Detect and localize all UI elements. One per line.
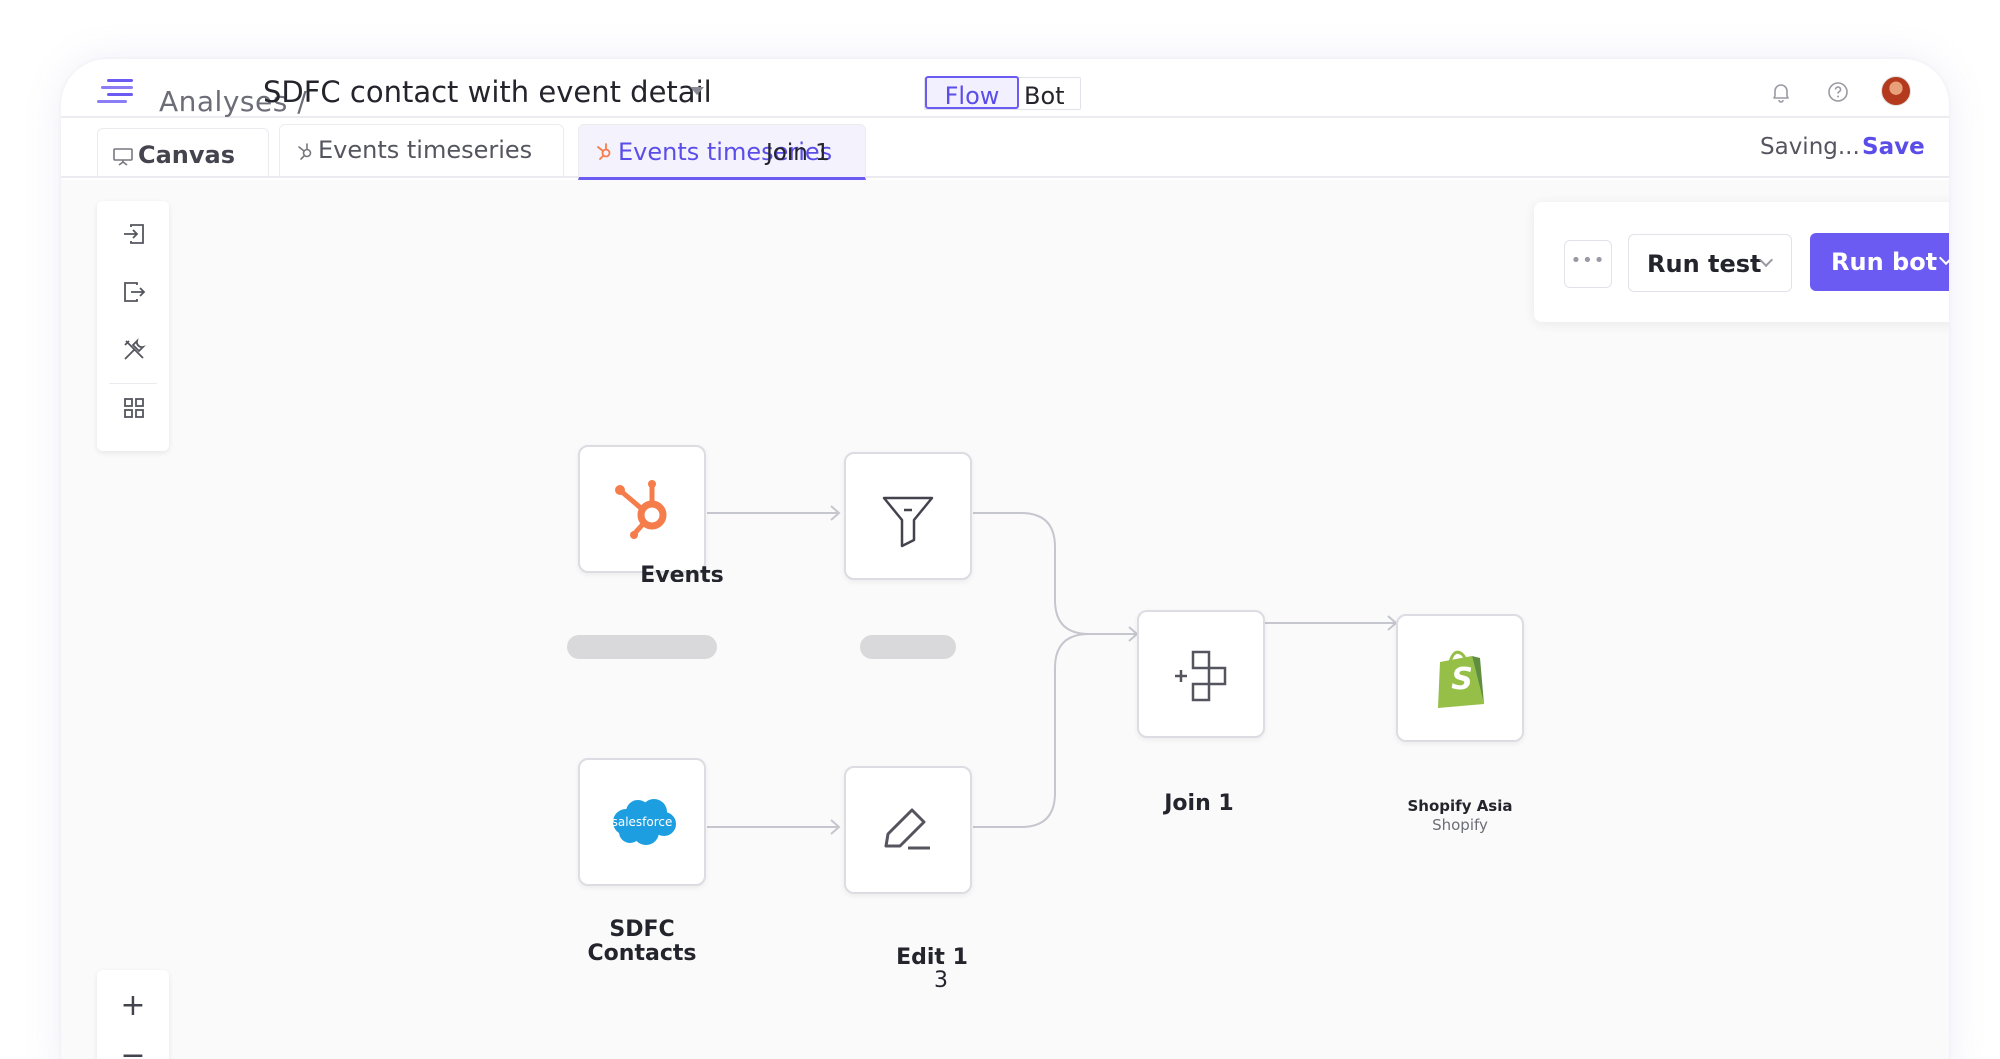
run-test-button[interactable]: Run test <box>1628 234 1792 292</box>
node-sublabel: Shopify <box>1432 816 1488 834</box>
top-bar: Analyses / SDFC contact with event detai… <box>61 59 1949 118</box>
import-icon[interactable] <box>121 221 147 247</box>
zoom-out-button[interactable]: − <box>97 1038 169 1059</box>
export-icon[interactable] <box>121 279 147 305</box>
flow-canvas[interactable]: + − ••• Run test Run bot Events salesfor… <box>61 180 1949 1059</box>
hubspot-icon <box>597 143 611 160</box>
run-test-label: Run test <box>1647 250 1762 278</box>
node-label: Events <box>640 564 724 582</box>
mode-flow-button[interactable]: Flow <box>925 76 1019 110</box>
node-sfdc-contacts[interactable]: salesforce <box>578 758 706 886</box>
save-status: Saving... <box>1760 134 1860 160</box>
run-bot-button[interactable]: Run bot <box>1810 233 1949 291</box>
app-window: Analyses / SDFC contact with event detai… <box>61 59 1949 1059</box>
node-label: Shopify Asia <box>1407 797 1513 815</box>
node-shopify-asia[interactable]: S <box>1396 614 1524 742</box>
more-options-button[interactable]: ••• <box>1564 240 1612 288</box>
node-label: Join 1 <box>1164 791 1234 816</box>
grid-icon[interactable] <box>121 395 147 421</box>
menu-icon[interactable] <box>97 77 137 105</box>
join-overlay-label: Join 1 <box>766 140 830 166</box>
node-label: timeseries <box>581 650 741 664</box>
bell-icon[interactable] <box>1770 81 1792 103</box>
node-toolbar <box>97 201 169 451</box>
salesforce-logo-text: salesforce <box>611 815 673 829</box>
page-title[interactable]: SDFC contact with event detail <box>263 75 712 109</box>
tab-canvas[interactable]: Canvas <box>97 128 269 176</box>
help-icon[interactable] <box>1827 81 1849 103</box>
edit-icon <box>884 808 930 850</box>
node-label: Contacts <box>587 941 697 966</box>
tab-events-timeseries[interactable]: Events timeseries <box>279 124 564 176</box>
toolbar-divider <box>109 383 157 384</box>
node-events-timeseries[interactable] <box>578 445 706 573</box>
join-icon <box>1175 650 1227 702</box>
tab-label: Events timeseries <box>318 136 533 164</box>
node-filter[interactable] <box>844 452 972 580</box>
node-badge: 3 <box>934 968 948 993</box>
mode-switch: Flow Bot <box>924 76 1081 110</box>
chevron-down-icon <box>1938 250 1949 266</box>
chevron-down-icon[interactable] <box>690 87 704 95</box>
save-button[interactable]: Save <box>1862 134 1925 160</box>
hubspot-icon <box>298 143 312 160</box>
loading-placeholder <box>860 635 956 659</box>
hubspot-icon <box>615 480 667 539</box>
app-stage: Analyses / SDFC contact with event detai… <box>0 0 2000 1059</box>
run-panel: ••• Run test Run bot <box>1534 202 1949 322</box>
node-edit[interactable] <box>844 766 972 894</box>
shopify-logo-letter: S <box>1451 662 1473 697</box>
avatar[interactable] <box>1881 76 1911 106</box>
zoom-in-button[interactable]: + <box>97 988 169 1023</box>
tools-icon[interactable] <box>121 337 147 363</box>
mode-bot-button[interactable]: Bot <box>1024 78 1065 114</box>
presentation-icon <box>113 148 133 166</box>
run-bot-label: Run bot <box>1831 248 1938 276</box>
tab-label: Canvas <box>138 141 236 169</box>
zoom-controls: + − <box>97 970 169 1059</box>
tab-bar: Canvas Events timeseries Events timeseri… <box>61 118 1949 180</box>
node-label: SDFC <box>609 917 675 942</box>
node-label: Edit 1 <box>896 945 968 970</box>
node-join[interactable] <box>1137 610 1265 738</box>
filter-icon <box>882 496 934 548</box>
